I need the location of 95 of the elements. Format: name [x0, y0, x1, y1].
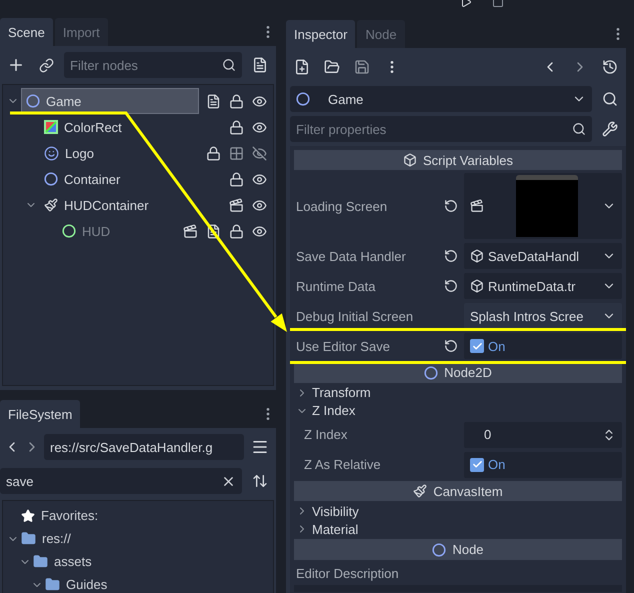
filter-field[interactable]: Filter nodes — [64, 52, 242, 78]
tree-item[interactable]: HUDContainer — [39, 192, 154, 218]
texture-preview — [516, 175, 578, 238]
cube-icon — [470, 279, 484, 294]
resource-field[interactable]: RuntimeData.tr — [464, 273, 622, 300]
eye-closed-icon[interactable] — [252, 146, 267, 160]
property-group[interactable]: Material — [294, 521, 622, 538]
search-field[interactable]: save — [0, 468, 242, 494]
eye-icon[interactable] — [252, 172, 267, 186]
clapperboard-icon — [470, 199, 484, 214]
checkmark-icon — [472, 459, 482, 470]
tree-item[interactable]: Game — [21, 88, 199, 114]
link-icon[interactable] — [38, 58, 54, 72]
sort-icon[interactable] — [252, 473, 268, 489]
list-view-icon[interactable] — [251, 438, 269, 456]
save-icon[interactable] — [354, 59, 370, 75]
property-label: Use Editor Save — [295, 338, 391, 354]
filter-field[interactable]: Filter properties — [290, 116, 592, 142]
smiley-face-icon — [44, 146, 59, 160]
property-group[interactable]: Visibility — [294, 503, 622, 520]
tree-item[interactable]: HUD — [57, 218, 116, 244]
lock-icon[interactable] — [229, 120, 244, 134]
tree-item[interactable]: ColorRect — [39, 114, 127, 140]
revert-icon[interactable] — [444, 339, 458, 354]
checkbox-field[interactable]: On — [464, 452, 622, 478]
file-tree-item[interactable]: assets — [54, 554, 92, 569]
circle-node-icon — [296, 92, 310, 106]
dock-tab[interactable]: Inspector — [286, 20, 356, 48]
property-label: Debug Initial Screen — [295, 308, 414, 324]
circle-node-icon — [44, 172, 58, 186]
texture-field[interactable] — [464, 173, 622, 240]
tree-item[interactable]: Logo — [39, 140, 99, 166]
script-icon[interactable] — [206, 224, 221, 238]
open-folder-icon[interactable] — [324, 59, 340, 75]
property-group[interactable]: Transform — [294, 384, 622, 401]
star-icon — [21, 508, 35, 522]
script-icon[interactable] — [206, 94, 221, 108]
category-header: Node2D — [294, 362, 622, 383]
paintbrush-icon — [44, 198, 58, 212]
eye-icon[interactable] — [252, 120, 267, 134]
cube-icon — [402, 153, 417, 168]
history-icon[interactable] — [602, 59, 618, 75]
number-field[interactable]: 0 — [464, 422, 622, 448]
new-resource-icon[interactable] — [294, 59, 310, 75]
property-label: Runtime Data — [295, 278, 376, 294]
checkbox-field[interactable]: On — [464, 333, 622, 360]
eye-icon[interactable] — [252, 224, 267, 238]
category-header: Script Variables — [294, 150, 622, 170]
category-header: Node — [294, 539, 622, 560]
folder-icon — [33, 554, 48, 569]
search-icon — [572, 122, 586, 136]
cube-icon — [470, 249, 484, 264]
dock-tab[interactable]: Scene — [0, 18, 53, 46]
property-label: Loading Screen — [295, 198, 388, 214]
category-header: CanvasItem — [294, 480, 622, 502]
circle-node-icon — [424, 366, 438, 380]
dock-tab[interactable]: FileSystem — [0, 400, 80, 428]
clapperboard-icon[interactable] — [183, 224, 198, 238]
circle-node-icon — [26, 94, 40, 108]
object-selector[interactable]: Game — [290, 86, 592, 112]
search-icon — [222, 58, 236, 72]
revert-icon[interactable] — [444, 199, 458, 214]
lock-icon[interactable] — [229, 224, 244, 238]
checkbox[interactable] — [470, 339, 484, 354]
dropdown-field[interactable]: Splash Intros Scree — [464, 303, 622, 330]
clapperboard-icon[interactable] — [229, 198, 244, 212]
folder-icon — [21, 531, 36, 546]
path-field[interactable]: res://src/SaveDataHandler.g — [44, 434, 244, 460]
folder-icon — [45, 577, 60, 592]
lock-icon[interactable] — [229, 172, 244, 186]
eye-icon[interactable] — [252, 94, 267, 108]
color-rect-icon — [44, 120, 58, 134]
circle-node-icon — [432, 542, 446, 557]
revert-icon[interactable] — [444, 249, 458, 264]
lock-icon[interactable] — [229, 94, 244, 108]
property-label: Save Data Handler — [295, 248, 407, 264]
lock-icon[interactable] — [206, 146, 221, 160]
paintbrush-icon — [413, 484, 428, 498]
file-tree-item[interactable]: Guides — [66, 577, 108, 592]
property-label: Editor Description — [295, 564, 400, 581]
circle-node-icon — [62, 224, 76, 238]
checkbox[interactable] — [470, 458, 484, 472]
revert-icon[interactable] — [444, 279, 458, 294]
eye-icon[interactable] — [252, 198, 267, 212]
add-icon[interactable] — [7, 56, 25, 74]
property-label: Z As Relative — [303, 457, 382, 472]
grid-icon[interactable] — [229, 146, 244, 160]
file-tree-item[interactable]: Favorites: — [41, 508, 98, 523]
resource-field[interactable]: SaveDataHandl — [464, 243, 622, 270]
property-group[interactable]: Z Index — [294, 402, 622, 419]
checkmark-icon — [472, 340, 482, 352]
file-tree-item[interactable]: res:// — [42, 531, 71, 546]
property-label: Z Index — [303, 427, 348, 442]
tree-item[interactable]: Container — [39, 166, 126, 192]
tools-icon[interactable] — [602, 121, 618, 137]
